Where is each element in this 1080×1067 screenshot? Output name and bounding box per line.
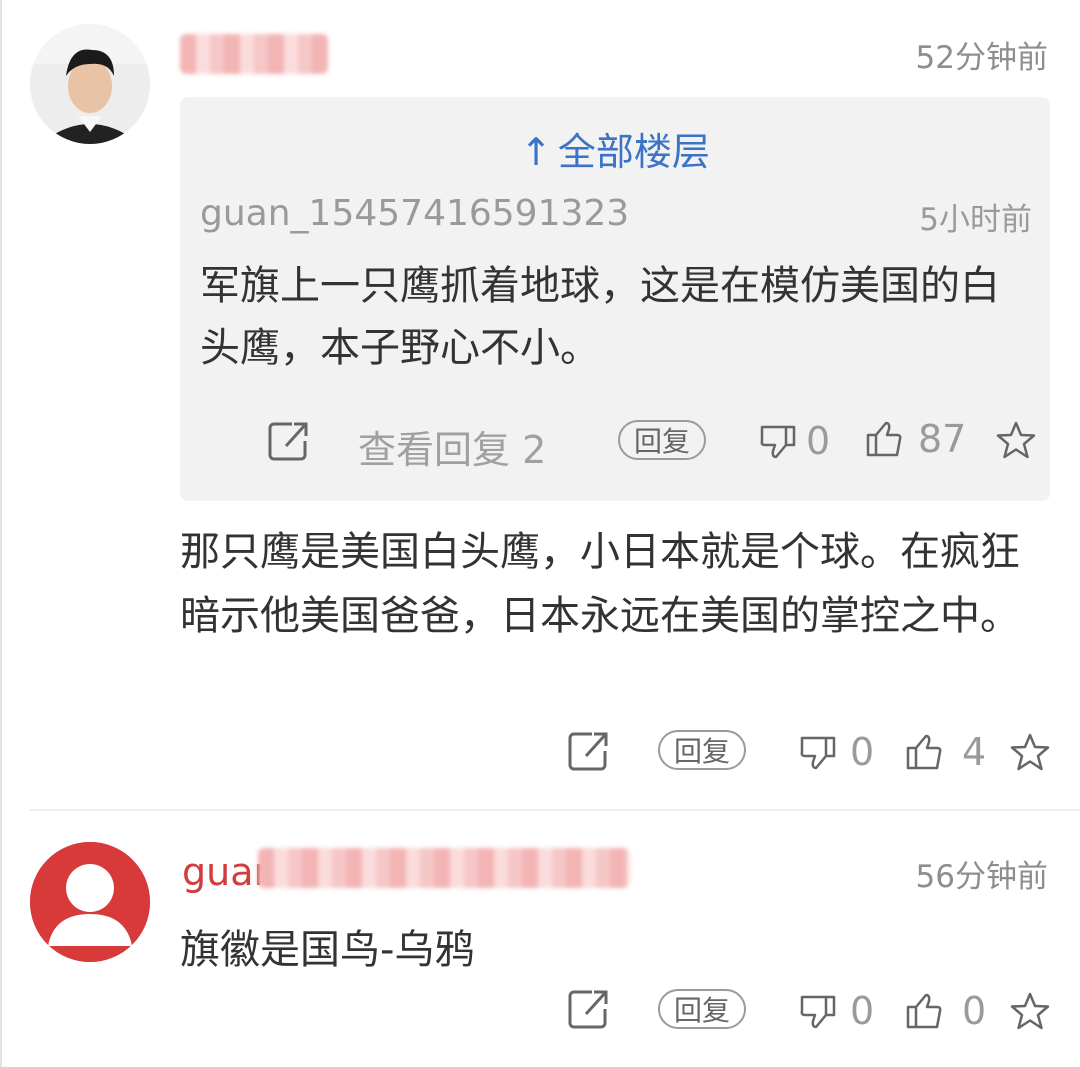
like-count: 0: [962, 989, 987, 1033]
dislike-button[interactable]: 0: [798, 730, 874, 774]
share-button[interactable]: [566, 987, 610, 1031]
comment-time: 52分钟前: [915, 40, 1048, 76]
thumbs-up-icon: [906, 734, 942, 770]
quoted-comment-box: ↑ 全部楼层 guan_15457416591323 5小时前 军旗上一只鹰抓着地…: [180, 97, 1050, 501]
thumbs-down-icon: [800, 995, 836, 1029]
like-button[interactable]: 87: [864, 417, 966, 461]
share-button[interactable]: [566, 729, 610, 773]
comment-divider: [30, 809, 1080, 811]
dislike-count: 0: [850, 989, 875, 1033]
user-avatar[interactable]: [30, 24, 150, 144]
share-icon: [568, 990, 608, 1029]
quoted-username[interactable]: guan_15457416591323: [200, 193, 629, 234]
dislike-button[interactable]: 0: [798, 989, 874, 1033]
all-floors-label: 全部楼层: [557, 130, 710, 174]
star-icon: [1010, 733, 1050, 771]
thumbs-down-icon: [800, 736, 836, 770]
default-user-icon: [30, 842, 150, 962]
comment-time: 56分钟前: [915, 859, 1048, 895]
favorite-button[interactable]: [1010, 991, 1050, 1031]
star-icon: [996, 421, 1036, 459]
thumbs-down-icon: [760, 425, 796, 459]
username-blurred[interactable]: [258, 848, 630, 888]
share-button[interactable]: [266, 419, 310, 463]
user-avatar[interactable]: [30, 842, 150, 962]
thumbs-up-icon: [906, 993, 942, 1029]
favorite-button[interactable]: [996, 420, 1036, 460]
quoted-text: 军旗上一只鹰抓着地球，这是在模仿美国的白头鹰，本子野心不小。: [200, 263, 1000, 371]
like-button[interactable]: 4: [904, 730, 986, 774]
comment-text: 那只鹰是美国白头鹰，小日本就是个球。在疯狂暗示他美国爸爸，日本永远在美国的掌控之…: [180, 529, 1020, 639]
reply-button[interactable]: 回复: [658, 989, 747, 1029]
username-blurred[interactable]: [180, 34, 328, 74]
reply-button[interactable]: 回复: [618, 420, 707, 460]
dislike-button[interactable]: 0: [758, 419, 830, 463]
up-arrow-icon: ↑: [520, 130, 552, 174]
reply-button[interactable]: 回复: [658, 730, 747, 770]
like-button[interactable]: 0: [904, 989, 986, 1033]
like-count: 87: [918, 417, 967, 461]
share-icon: [268, 422, 308, 461]
left-edge-divider: [0, 0, 2, 1067]
star-icon: [1010, 992, 1050, 1030]
all-floors-link[interactable]: ↑ 全部楼层: [180, 121, 1050, 176]
dislike-count: 0: [850, 730, 875, 774]
share-icon: [568, 732, 608, 771]
dislike-count: 0: [806, 419, 831, 463]
quoted-time: 5小时前: [919, 202, 1032, 238]
comment-text: 旗徽是国鸟-乌鸦: [180, 927, 475, 973]
favorite-button[interactable]: [1010, 732, 1050, 772]
like-count: 4: [962, 730, 987, 774]
view-replies-link[interactable]: 查看回复 2: [358, 419, 546, 474]
thumbs-up-icon: [866, 421, 902, 457]
